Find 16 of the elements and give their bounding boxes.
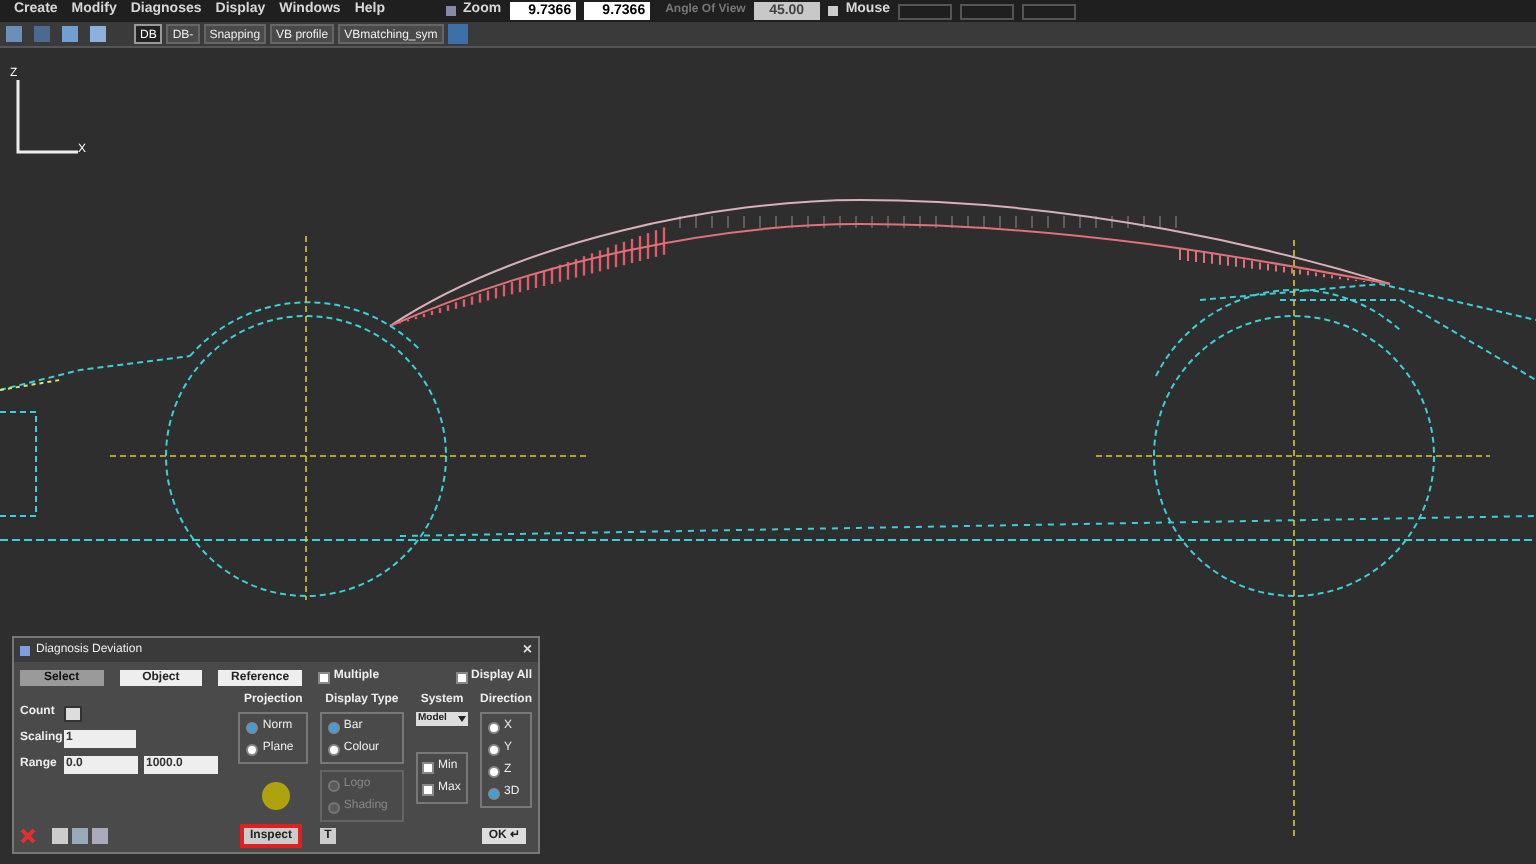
cursor-highlight [262, 782, 290, 810]
checkbox[interactable] [422, 783, 434, 795]
radio-button[interactable] [327, 721, 340, 733]
close-button[interactable]: × [522, 642, 532, 658]
checkbox[interactable] [317, 671, 330, 683]
radio-button[interactable] [327, 743, 340, 755]
checkbox[interactable] [455, 671, 468, 683]
radio-button[interactable] [246, 721, 259, 733]
radio-button[interactable] [246, 743, 259, 755]
checkbox[interactable] [422, 761, 434, 773]
radio-button[interactable] [488, 721, 500, 733]
radio-button[interactable] [488, 743, 500, 755]
cancel-icon[interactable] [20, 828, 36, 844]
caret-icon [458, 716, 466, 722]
radio-button[interactable] [488, 787, 500, 799]
radio-button[interactable] [488, 765, 500, 777]
